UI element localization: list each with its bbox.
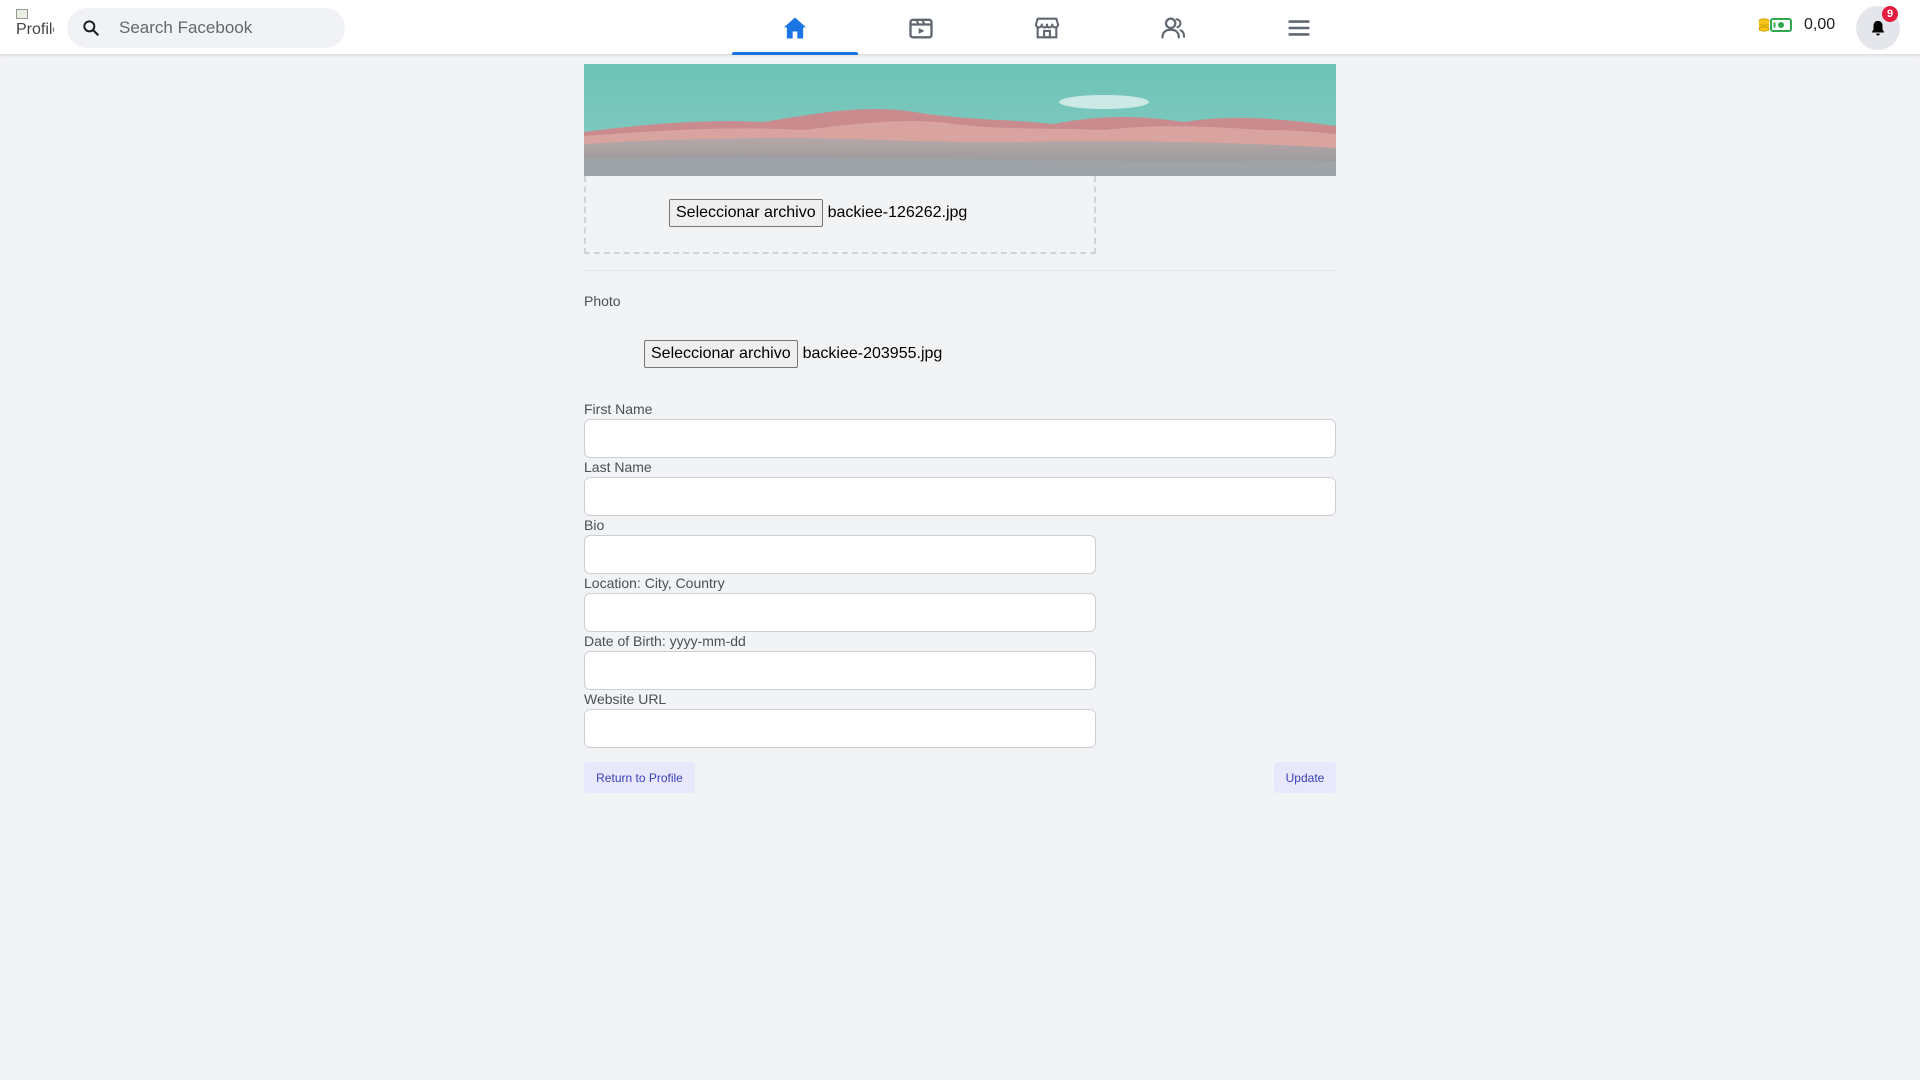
website-field[interactable]	[584, 709, 1096, 748]
dob-field[interactable]	[584, 651, 1096, 690]
search-bar[interactable]	[67, 8, 345, 48]
banknote-icon	[1770, 18, 1792, 32]
bio-field[interactable]	[584, 535, 1096, 574]
profile-logo[interactable]: Profile	[16, 9, 54, 45]
cover-file-name: backiee-126262.jpg	[827, 204, 968, 221]
return-to-profile-button[interactable]: Return to Profile	[584, 762, 695, 793]
section-divider	[584, 270, 1336, 271]
cover-landscape-image	[584, 64, 1336, 176]
last-name-field[interactable]	[584, 477, 1336, 516]
store-icon	[1034, 17, 1060, 38]
top-navbar: Profile	[0, 0, 1920, 55]
menu-icon	[1288, 19, 1310, 36]
dob-label: Date of Birth: yyyy-mm-dd	[584, 633, 746, 649]
last-name-label: Last Name	[584, 459, 652, 475]
wallet-amount: 0,00	[1804, 16, 1836, 33]
video-icon	[909, 18, 933, 38]
location-field[interactable]	[584, 593, 1096, 632]
broken-image-icon	[16, 9, 28, 19]
cover-choose-file-button[interactable]: Seleccionar archivo	[669, 199, 823, 227]
photo-label: Photo	[584, 293, 621, 309]
friends-icon	[1161, 17, 1186, 38]
cover-file-input[interactable]: Seleccionar archivo backiee-126262.jpg	[669, 199, 967, 227]
search-input[interactable]	[119, 18, 319, 38]
cover-image	[584, 64, 1336, 176]
coins-money-icon	[1758, 17, 1792, 33]
update-button[interactable]: Update	[1274, 762, 1336, 793]
tab-menu[interactable]	[1236, 0, 1362, 55]
search-icon	[83, 20, 99, 36]
location-label: Location: City, Country	[584, 575, 725, 591]
tab-watch[interactable]	[858, 0, 984, 55]
tab-marketplace[interactable]	[984, 0, 1110, 55]
home-icon	[783, 17, 807, 38]
photo-choose-file-button[interactable]: Seleccionar archivo	[644, 340, 798, 368]
website-label: Website URL	[584, 691, 667, 707]
main-nav	[732, 0, 1362, 55]
tab-home[interactable]	[732, 0, 858, 55]
tab-friends[interactable]	[1110, 0, 1236, 55]
bio-label: Bio	[584, 517, 605, 533]
wallet[interactable]: 0,00	[1758, 16, 1835, 34]
first-name-label: First Name	[584, 401, 653, 417]
bell-icon	[1872, 20, 1884, 36]
coins-icon	[1758, 18, 1770, 32]
notification-badge: 9	[1882, 6, 1898, 22]
photo-file-input[interactable]: Seleccionar archivo backiee-203955.jpg	[644, 340, 942, 368]
first-name-field[interactable]	[584, 419, 1336, 458]
profile-logo-alt: Profile	[16, 21, 54, 38]
photo-file-name: backiee-203955.jpg	[802, 345, 943, 362]
